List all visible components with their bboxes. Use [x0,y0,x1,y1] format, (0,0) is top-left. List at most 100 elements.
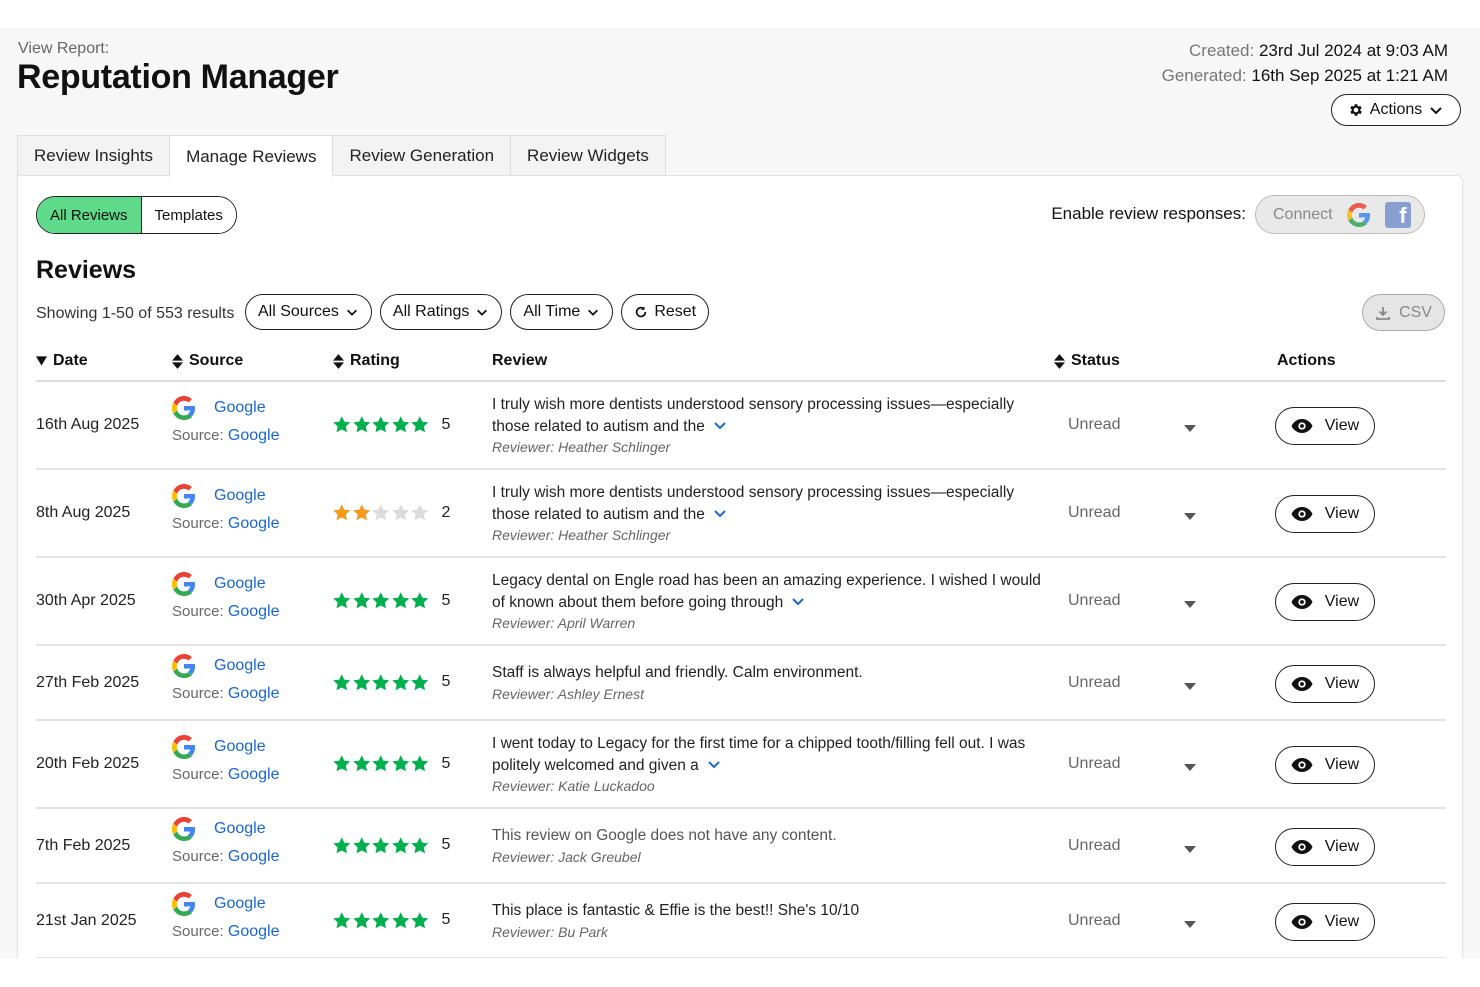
review-rating: 5 [332,591,450,610]
star-icon [372,416,390,433]
status-dropdown-caret-icon[interactable] [1184,513,1196,520]
source-link[interactable]: Google [228,685,280,702]
source-name-link[interactable]: Google [214,487,266,505]
star-icon [391,673,409,690]
view-review-button[interactable]: View [1275,407,1375,445]
status-column-header[interactable]: Status [1054,352,1120,370]
status-dropdown-caret-icon[interactable] [1184,425,1196,432]
tab-review-insights[interactable]: Review Insights [17,135,171,176]
generated-value: 16th Sep 2025 at 1:21 AM [1251,66,1448,85]
review-date: 27th Feb 2025 [36,673,140,691]
view-review-button[interactable]: View [1275,746,1375,784]
google-icon [172,396,196,420]
star-icon [391,755,409,772]
star-rating [332,673,430,692]
tab-review-generation[interactable]: Review Generation [332,135,512,176]
review-text: Staff is always helpful and friendly. Ca… [492,664,863,681]
eye-icon [1291,758,1313,772]
tab-manage-reviews[interactable]: Manage Reviews [169,135,334,177]
reviews-heading: Reviews [36,256,137,284]
facebook-icon: f [1384,201,1411,228]
chevron-down-icon [477,309,488,316]
star-rating [332,415,430,434]
report-tabs: Review Insights Manage Reviews Review Ge… [17,135,666,177]
star-icon [391,504,409,521]
source-name-link[interactable]: Google [214,738,266,756]
review-status: Unread [1068,416,1121,433]
google-icon [172,891,196,916]
tab-review-widgets[interactable]: Review Widgets [510,135,666,176]
review-status: Unread [1068,755,1121,772]
view-label: View [1324,912,1360,930]
review-status: Unread [1068,504,1121,521]
source-link[interactable]: Google [228,603,280,620]
star-icon [333,592,351,609]
source-name-link[interactable]: Google [214,657,266,675]
review-content: This place is fantastic & Effie is the b… [492,900,1047,940]
review-source: Google Source: Google [172,891,280,941]
view-label: View [1324,593,1360,610]
source-link[interactable]: Google [228,515,280,532]
source-link[interactable]: Google [228,923,280,940]
source-link[interactable]: Google [228,848,280,865]
sources-filter[interactable]: All Sources [245,294,372,330]
source-name-link[interactable]: Google [214,895,266,913]
reviewer-name: Reviewer: Jack Greubel [492,848,641,865]
status-dropdown-caret-icon[interactable] [1184,682,1196,690]
sort-icon [333,353,344,369]
review-text: I truly wish more dentists understood se… [492,396,1015,435]
star-icon [372,755,390,772]
templates-toggle[interactable]: Templates [141,197,236,233]
expand-chevron-icon[interactable] [707,760,721,770]
view-review-button[interactable]: View [1275,827,1375,866]
view-review-button[interactable]: View [1275,664,1375,703]
connect-button[interactable]: Connect f [1255,195,1425,234]
source-line: Source: Google [172,922,280,940]
star-rating [332,836,430,855]
star-icon [391,592,409,609]
review-content: Legacy dental on Engle road has been an … [492,570,1047,631]
review-text: This place is fantastic & Effie is the b… [492,902,860,919]
view-review-button[interactable]: View [1275,902,1375,941]
star-icon [372,836,390,853]
source-name-link[interactable]: Google [214,575,266,593]
all-reviews-toggle[interactable]: All Reviews [37,197,142,233]
status-dropdown-caret-icon[interactable] [1184,764,1196,771]
review-text: I truly wish more dentists understood se… [492,484,1015,523]
status-dropdown-caret-icon[interactable] [1184,920,1196,928]
view-label: View [1324,756,1360,773]
source-line: Source: Google [172,766,280,783]
rating-header-label: Rating [350,352,400,369]
date-column-header[interactable]: Date [36,352,88,370]
expand-chevron-icon[interactable] [791,597,805,607]
source-link[interactable]: Google [228,427,280,444]
source-line: Source: Google [172,515,280,532]
actions-dropdown-button[interactable]: Actions [1331,94,1461,126]
status-dropdown-caret-icon[interactable] [1184,601,1196,608]
source-name-link[interactable]: Google [214,399,266,417]
refresh-icon [636,306,647,318]
star-icon [333,504,351,521]
reviews-segmented-control: All Reviews Templates [36,196,237,234]
manage-reviews-panel: All Reviews Templates Enable review resp… [17,175,1463,958]
rating-column-header[interactable]: Rating [333,352,400,370]
source-link[interactable]: Google [228,766,280,783]
view-review-button[interactable]: View [1275,495,1375,533]
ratings-filter[interactable]: All Ratings [379,294,503,330]
review-status: Unread [1068,673,1121,691]
star-icon [411,836,429,853]
star-icon [411,592,429,609]
star-icon [372,673,390,690]
source-name-link[interactable]: Google [214,820,266,838]
view-review-button[interactable]: View [1275,583,1375,621]
time-filter[interactable]: All Time [510,294,614,330]
csv-export-button[interactable]: CSV [1362,294,1445,331]
enable-responses-label: Enable review responses: [1051,204,1246,223]
reviewer-name: Reviewer: Heather Schlinger [492,527,671,543]
expand-chevron-icon[interactable] [713,509,727,519]
status-dropdown-caret-icon[interactable] [1184,845,1196,853]
source-column-header[interactable]: Source [172,352,243,370]
expand-chevron-icon[interactable] [713,421,727,431]
review-status: Unread [1068,592,1121,609]
reset-button[interactable]: Reset [621,294,710,330]
